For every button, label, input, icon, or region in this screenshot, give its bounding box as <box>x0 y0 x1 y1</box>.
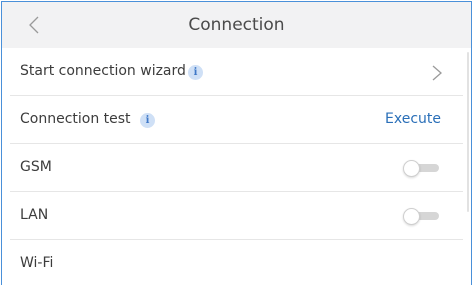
info-icon[interactable]: i <box>188 65 203 80</box>
toggle-knob <box>403 208 420 225</box>
chevron-right-icon <box>432 65 442 81</box>
info-icon[interactable]: i <box>140 113 155 128</box>
connection-screen: Connection Start connection wizard i Con… <box>1 1 472 285</box>
page-title: Connection <box>188 15 285 35</box>
row-label: LAN <box>20 207 49 223</box>
start-connection-wizard-row[interactable]: Start connection wizard i <box>10 48 463 96</box>
row-label: Start connection wizard <box>20 63 186 79</box>
row-label: GSM <box>20 159 52 175</box>
execute-button[interactable]: Execute <box>385 96 441 143</box>
toggle-knob <box>403 160 420 177</box>
header-bar: Connection <box>2 2 471 48</box>
scrollbar[interactable] <box>467 52 469 212</box>
row-label: Wi-Fi <box>20 255 54 271</box>
lan-row: LAN <box>10 192 463 240</box>
wifi-row[interactable]: Wi-Fi <box>10 240 463 285</box>
row-label: Connection test <box>20 111 131 127</box>
gsm-toggle[interactable] <box>403 160 441 177</box>
lan-toggle[interactable] <box>403 208 441 225</box>
settings-list: Start connection wizard i Connection tes… <box>10 48 463 285</box>
gsm-row: GSM <box>10 144 463 192</box>
connection-test-row: Connection test i Execute <box>10 96 463 144</box>
